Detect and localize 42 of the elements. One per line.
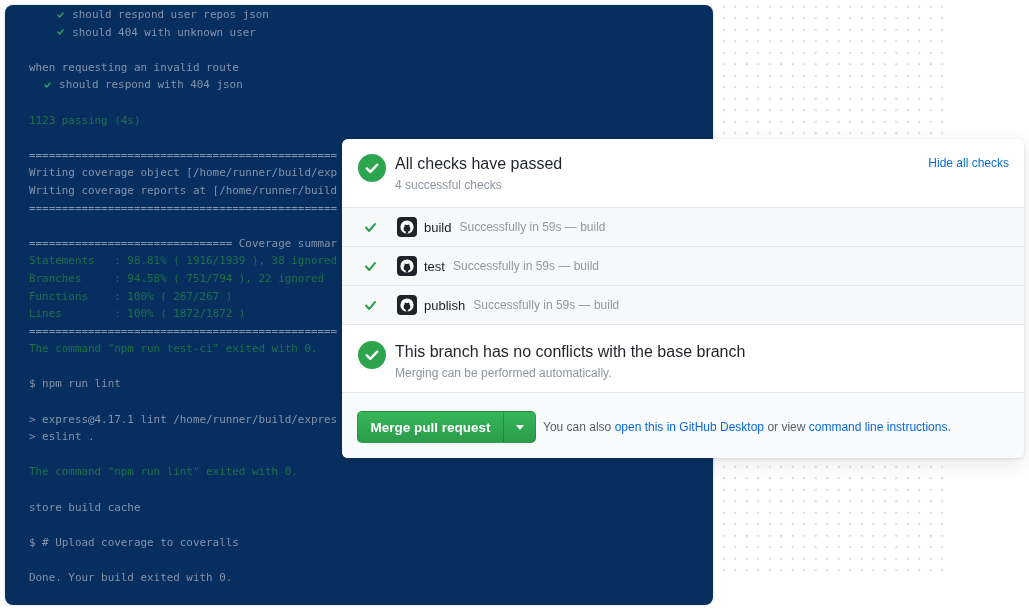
log-line: =============================================== <box>29 147 338 164</box>
test-name: should 404 with unknown user <box>72 24 256 41</box>
check-name: build <box>424 219 452 235</box>
check-name: test <box>424 258 445 274</box>
merge-status-subtitle: Merging can be performed automatically. <box>395 365 612 381</box>
cat-logo-icon <box>397 295 417 315</box>
check-description: Successfully in 59s — build <box>452 259 600 273</box>
log-line: =============================================== <box>29 323 338 340</box>
log-line: > express@4.17.1 lint /home/runner/build/expres <box>29 411 338 428</box>
cat-logo-icon <box>397 217 417 237</box>
success-line: Statements : 98.81% ( 1916/1939 ), 38 ignored <box>29 253 338 270</box>
success-line: Functions : 100% ( 267/267 ) <box>29 288 233 305</box>
help-text: You can also open this in GitHub Desktop or view command line instructions. <box>543 419 951 436</box>
log-line: =============================== Coverage summar <box>29 235 338 252</box>
cat-logo-icon <box>397 256 417 276</box>
success-line: The command "npm run lint" exited with 0. <box>29 464 298 481</box>
log-line: $ # Upload coverage to coveralls <box>29 534 239 551</box>
log-line: Writing coverage object [/home/runner/build/exp <box>29 165 338 182</box>
success-line: Branches : 94.58% ( 751/794 ), 22 ignored <box>29 270 325 287</box>
log-line: $ npm run lint <box>29 376 121 393</box>
test-name: should respond with 404 json <box>59 77 243 94</box>
success-line: 1123 passing (4s) <box>29 112 141 129</box>
caret-icon <box>515 424 524 430</box>
merge-status-title: This branch has no conflicts with the base branch <box>395 342 746 362</box>
log-line: Writing coverage reports at [/home/runner/build <box>29 182 338 199</box>
success-line: Lines : 100% ( 1872/1872 ) <box>29 306 246 323</box>
hide-checks-link[interactable]: Hide all checks <box>928 155 1009 171</box>
log-line: Done. Your build exited with 0. <box>29 570 233 586</box>
success-line: The command "npm run test-ci" exited with 0. <box>29 341 318 358</box>
suite-title: when requesting an invalid route <box>29 59 239 76</box>
check-name: publish <box>424 297 466 313</box>
check-description: Successfully in 59s — build <box>459 220 606 234</box>
checks-title: All checks have passed <box>395 154 563 174</box>
merge-options-button[interactable] <box>503 411 536 443</box>
log-line: > eslint . <box>29 429 95 446</box>
log-line: store build cache <box>29 499 141 516</box>
log-line: =============================================== <box>29 200 338 217</box>
inline-link[interactable]: open this in GitHub Desktop <box>614 420 765 434</box>
test-name: should respond user repos json <box>72 7 269 23</box>
merge-button[interactable]: Merge pull request <box>357 411 503 443</box>
checks-subtitle: 4 successful checks <box>395 177 502 193</box>
check-description: Successfully in 59s — build <box>473 298 620 312</box>
